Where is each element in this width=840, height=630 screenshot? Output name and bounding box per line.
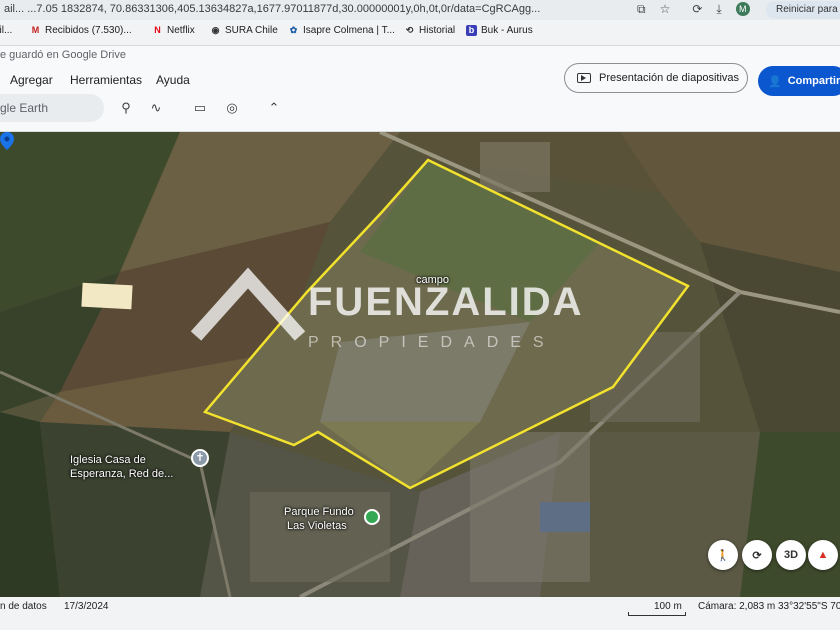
bookmark-label: Netflix [167, 25, 195, 36]
church-label-line1: Iglesia Casa de [70, 454, 146, 466]
gmail-icon: M [31, 25, 40, 35]
3d-label: 3D [783, 549, 799, 561]
share-label: Compartir [787, 75, 840, 87]
satellite-map[interactable]: FUENZALIDA PROPIEDADES campo Iglesia Cas… [0, 132, 840, 597]
menu-ayuda[interactable]: Ayuda [156, 73, 190, 87]
compass-button[interactable]: ▲ [808, 540, 838, 570]
present-button[interactable]: Presentación de diapositivas [564, 63, 748, 93]
person-icon: 🚶 [716, 549, 730, 562]
location-pin-icon[interactable] [0, 132, 14, 150]
bookmark-star-icon[interactable]: ☆ [660, 2, 671, 17]
park-icon[interactable] [364, 509, 380, 525]
bookmark-label: Recibidos (7.530)... [45, 25, 132, 36]
history-icon: ⟲ [405, 25, 414, 35]
present-label: Presentación de diapositivas [599, 72, 740, 84]
field-label: campo [416, 274, 450, 286]
url-text[interactable]: ail... ...7.05 1832874, 70.86331306,405.… [4, 3, 540, 15]
compass-icon: ▲ [817, 549, 829, 561]
house-logo-icon [190, 267, 306, 341]
download-icon[interactable]: ⤓ [716, 2, 721, 17]
extension-icon[interactable]: ⟳ [692, 2, 702, 17]
docs-header: e guardó en Google Drive Agregar Herrami… [0, 46, 840, 132]
bookmarks-bar: ail... M Recibidos (7.530)... N Netflix … [0, 20, 840, 46]
3d-toggle-button[interactable]: 3D [776, 540, 806, 570]
relaunch-button[interactable]: Reiniciar para [766, 1, 840, 19]
bookmark-gmail[interactable]: M Recibidos (7.530)... [30, 25, 132, 36]
watermark-subtitle: PROPIEDADES [308, 334, 556, 351]
people-icon: 👤 [768, 75, 782, 88]
save-status: e guardó en Google Drive [0, 49, 126, 61]
watermark-title: FUENZALIDA [308, 280, 584, 324]
imagery-date: 17/3/2024 [64, 601, 109, 612]
church-label-line2: Esperanza, Red de... [70, 468, 174, 480]
map-imagery [0, 132, 840, 597]
path-icon[interactable]: ∿ [148, 100, 164, 116]
pin-marker-icon[interactable]: ⚲ [118, 100, 134, 116]
bookmark-buk[interactable]: b Buk - Aurus [466, 25, 533, 36]
bookmark-history[interactable]: ⟲ Historial [404, 25, 455, 36]
share-page-icon[interactable]: ⧉ [637, 2, 646, 17]
address-bar-actions: ⧉ ☆ ⟳ ⤓ M [637, 2, 750, 17]
ruler-icon[interactable]: ▭ [192, 100, 208, 116]
scale-label: 100 m [654, 601, 682, 612]
church-icon[interactable]: ✝ [191, 449, 209, 467]
chevron-up-icon[interactable]: ⌃ [266, 100, 282, 116]
buk-icon: b [466, 25, 477, 36]
bookmark-label: Historial [419, 25, 456, 36]
rotate-button[interactable]: ⟳ [742, 540, 772, 570]
netflix-icon: N [154, 25, 161, 35]
bookmark-sura[interactable]: ◉ SURA Chile [210, 25, 278, 36]
avatar[interactable]: M [735, 2, 750, 16]
bookmark-colmena[interactable]: ✿ Isapre Colmena | T... [288, 25, 395, 36]
capture-icon[interactable]: ◎ [224, 100, 240, 116]
menu-agregar[interactable]: Agregar [10, 73, 53, 87]
search-input[interactable]: gle Earth [0, 94, 104, 122]
coordinates: 33°32'55"S 70°5 [778, 601, 840, 612]
bookmark-label: SURA Chile [225, 25, 278, 36]
slideshow-icon [577, 73, 591, 83]
bookmark-truncated[interactable]: ail... [0, 25, 12, 36]
bookmark-netflix[interactable]: N Netflix [152, 25, 195, 36]
bookmark-label: Buk - Aurus [481, 25, 533, 36]
data-credit[interactable]: n de datos [0, 601, 47, 612]
camera-altitude: Cámara: 2,083 m [698, 601, 776, 612]
bookmark-label: Isapre Colmena | T... [303, 25, 395, 36]
rotate-icon: ⟳ [752, 549, 762, 562]
colmena-icon: ✿ [289, 25, 298, 35]
menu-herramientas[interactable]: Herramientas [70, 73, 142, 87]
park-label-line1: Parque Fundo [284, 506, 354, 518]
park-label-line2: Las Violetas [287, 520, 347, 532]
scale-bar [628, 612, 686, 616]
address-bar[interactable]: ail... ...7.05 1832874, 70.86331306,405.… [0, 0, 840, 20]
street-view-button[interactable]: 🚶 [708, 540, 738, 570]
map-status-bar: n de datos 17/3/2024 100 m Cámara: 2,083… [0, 597, 840, 630]
share-button[interactable]: 👤 Compartir [758, 66, 840, 96]
globe-icon: ◉ [211, 25, 220, 35]
